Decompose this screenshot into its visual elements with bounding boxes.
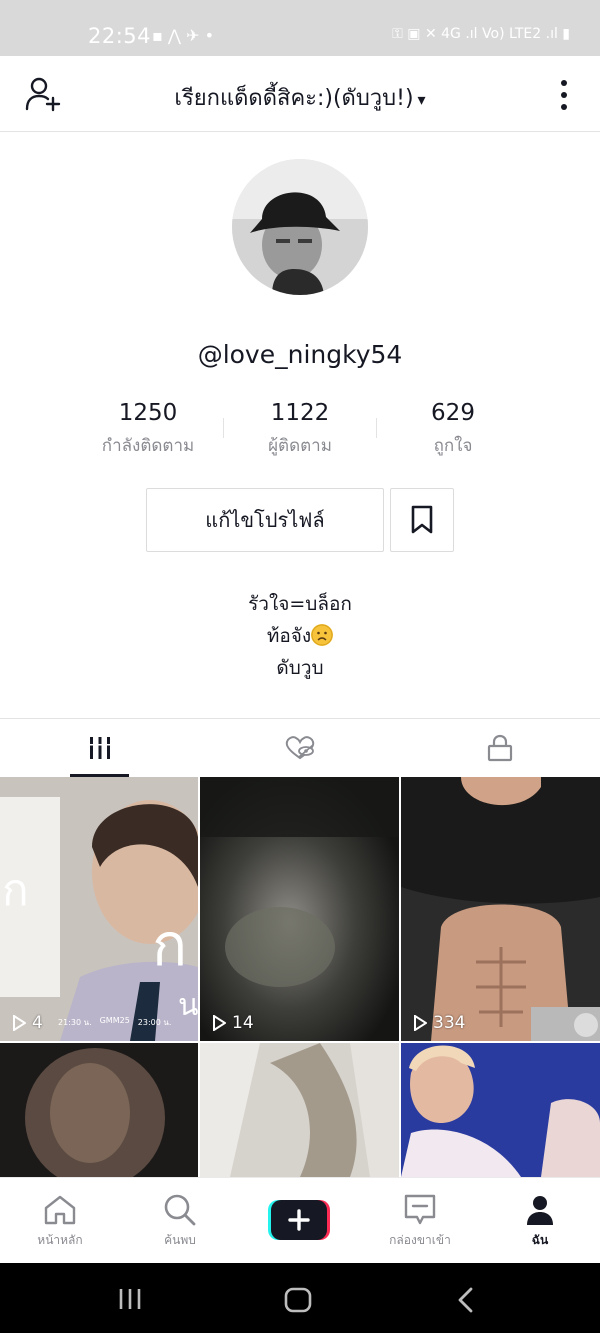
profile-header: เรียกแด็ดดี้สิคะ:)(ดับวูบ!) ▾ bbox=[0, 56, 600, 132]
back-icon[interactable] bbox=[456, 1287, 474, 1313]
recent-apps-icon[interactable] bbox=[117, 1288, 143, 1310]
video-thumbnail[interactable]: 14 bbox=[200, 777, 399, 1041]
play-icon bbox=[13, 1015, 26, 1031]
nav-inbox-label: กล่องขาเข้า bbox=[389, 1233, 451, 1247]
followers-count: 1122 bbox=[270, 400, 330, 426]
bio-line-with-emoji: ท้อจัง bbox=[0, 620, 600, 652]
video-thumbnail-image: ก ก น bbox=[0, 777, 198, 1041]
account-switcher[interactable]: เรียกแด็ดดี้สิคะ:)(ดับวูบ!) ▾ bbox=[0, 80, 600, 115]
home-icon bbox=[40, 1192, 80, 1228]
video-thumbnail-image bbox=[200, 1043, 399, 1177]
nav-discover-label: ค้นพบ bbox=[164, 1233, 196, 1247]
view-count: 334 bbox=[413, 1013, 465, 1033]
video-thumbnail[interactable] bbox=[401, 1043, 600, 1177]
home-button-icon[interactable] bbox=[284, 1287, 312, 1313]
create-video-button[interactable] bbox=[268, 1200, 330, 1240]
following-stat[interactable]: 1250 กำลังติดตาม bbox=[73, 400, 223, 459]
video-thumbnail[interactable] bbox=[0, 1043, 198, 1177]
view-count: 14 bbox=[212, 1013, 254, 1033]
status-system-icons: ⚿ ▣ ✕ 4G .ıl Vo) LTE2 .ıl ▮ bbox=[392, 26, 570, 42]
stat-divider bbox=[376, 418, 377, 438]
chevron-down-icon: ▾ bbox=[417, 90, 426, 109]
video-thumbnail[interactable]: 334 bbox=[401, 777, 600, 1041]
likes-count: 629 bbox=[431, 400, 475, 426]
nav-home-label: หน้าหลัก bbox=[37, 1233, 83, 1247]
view-count: 4 bbox=[12, 1013, 43, 1033]
status-bar: 22:54 ▪ ⋀ ✈ • ⚿ ▣ ✕ 4G .ıl Vo) LTE2 .ıl … bbox=[0, 0, 600, 56]
sad-face-emoji-icon bbox=[311, 624, 334, 646]
likes-label: ถูกใจ bbox=[433, 436, 473, 456]
followers-stat[interactable]: 1122 ผู้ติดตาม bbox=[225, 400, 375, 459]
video-thumbnail-image bbox=[200, 777, 399, 1041]
favorites-button[interactable] bbox=[390, 488, 454, 552]
bookmark-icon bbox=[411, 505, 433, 534]
bottom-navigation: หน้าหลัก ค้นพบ กล่องขาเข้า ฉัน bbox=[0, 1177, 600, 1264]
nav-discover[interactable]: ค้นพบ bbox=[120, 1178, 240, 1264]
view-count-value: 334 bbox=[433, 1013, 466, 1033]
lock-icon bbox=[487, 734, 513, 762]
view-count-value: 4 bbox=[32, 1013, 43, 1033]
bio-line: รัวใจ=บล็อก bbox=[248, 593, 352, 615]
edit-profile-button[interactable]: แก้ไขโปรไฟล์ bbox=[146, 488, 384, 552]
video-caption: 21:30 น. GMM25 23:00 น. bbox=[58, 1016, 171, 1029]
hidden-heart-icon bbox=[285, 736, 315, 760]
caption-time-end: 23:00 น. bbox=[137, 1018, 172, 1027]
tab-liked[interactable] bbox=[200, 719, 400, 777]
video-thumbnail-image bbox=[401, 1043, 600, 1177]
caption-time-start: 21:30 น. bbox=[58, 1018, 92, 1027]
grid-icon bbox=[88, 737, 112, 759]
caption-channel: GMM25 bbox=[99, 1016, 130, 1025]
bio: รัวใจ=บล็อก ท้อจัง ดับวูบ bbox=[0, 588, 600, 684]
nav-me-label: ฉัน bbox=[531, 1233, 549, 1247]
likes-stat[interactable]: 629 ถูกใจ bbox=[378, 400, 528, 459]
tab-private[interactable] bbox=[400, 719, 600, 777]
nav-home[interactable]: หน้าหลัก bbox=[0, 1178, 120, 1264]
nav-inbox[interactable]: กล่องขาเข้า bbox=[360, 1178, 480, 1264]
status-notification-icons: ▪ ⋀ ✈ • bbox=[152, 26, 215, 45]
profile-name-title: เรียกแด็ดดี้สิคะ:)(ดับวูบ!) bbox=[174, 86, 414, 111]
inbox-icon bbox=[400, 1192, 440, 1228]
tab-videos[interactable] bbox=[0, 719, 200, 777]
svg-text:ก: ก bbox=[2, 865, 29, 916]
view-count-value: 14 bbox=[232, 1013, 254, 1033]
stat-divider bbox=[223, 418, 224, 438]
video-thumbnail-image bbox=[0, 1043, 198, 1177]
play-icon bbox=[414, 1015, 427, 1031]
following-count: 1250 bbox=[118, 400, 178, 426]
svg-text:น: น bbox=[178, 988, 198, 1023]
following-label: กำลังติดตาม bbox=[101, 436, 195, 456]
search-icon bbox=[160, 1192, 200, 1228]
video-thumbnail[interactable] bbox=[200, 1043, 399, 1177]
video-thumbnail[interactable]: ก ก น 21:30 น. GMM25 23:00 น. 4 bbox=[0, 777, 198, 1041]
content-tabs bbox=[0, 718, 600, 777]
video-grid: ก ก น 21:30 น. GMM25 23:00 น. 4 14 334 bbox=[0, 777, 600, 1177]
nav-me[interactable]: ฉัน bbox=[480, 1178, 600, 1264]
bio-line: ดับวูบ bbox=[276, 657, 324, 679]
play-icon bbox=[213, 1015, 226, 1031]
profile-icon bbox=[520, 1192, 560, 1228]
more-options-icon[interactable] bbox=[556, 78, 572, 112]
followers-label: ผู้ติดตาม bbox=[268, 436, 332, 456]
system-navigation-bar bbox=[0, 1263, 600, 1333]
avatar[interactable] bbox=[232, 159, 368, 295]
username-handle: @love_ningky54 bbox=[197, 340, 403, 369]
video-thumbnail-image bbox=[401, 777, 600, 1041]
bio-line: ท้อจัง bbox=[266, 625, 312, 647]
svg-text:ก: ก bbox=[152, 911, 187, 979]
status-time: 22:54 bbox=[88, 24, 152, 48]
